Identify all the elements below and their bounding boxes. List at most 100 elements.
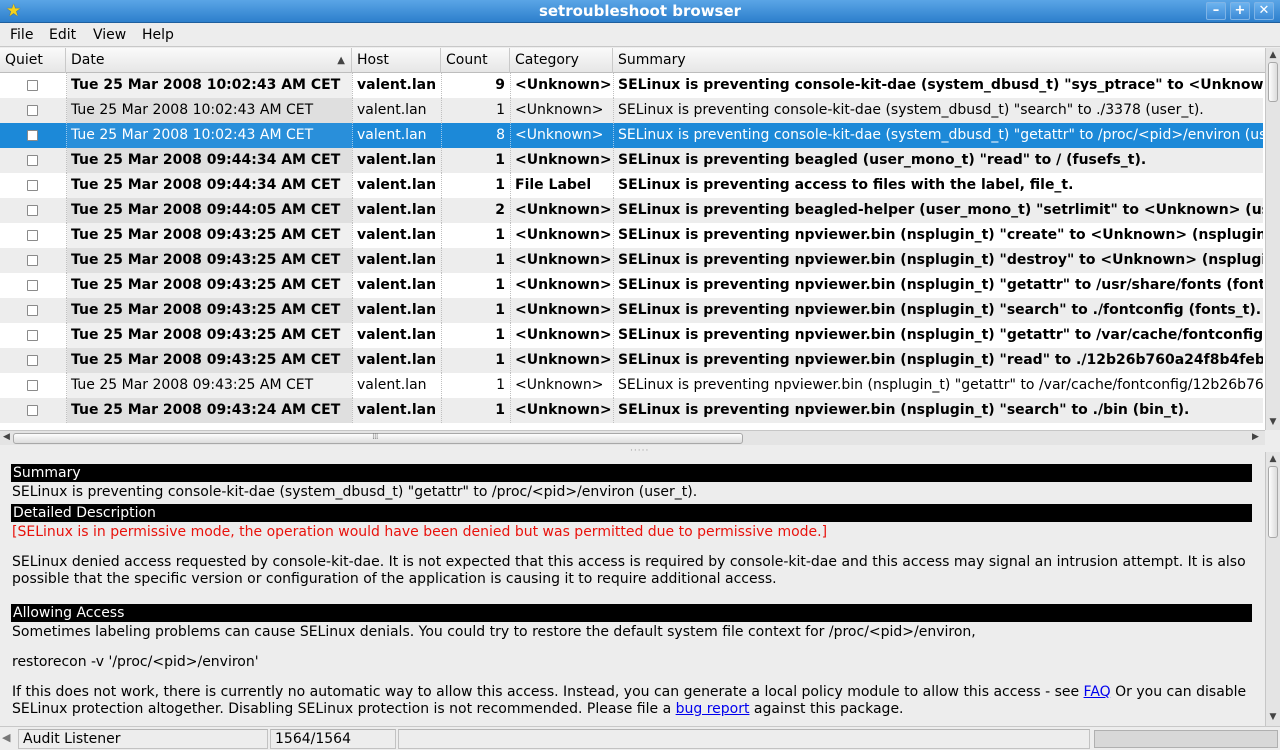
list-scroll-thumb[interactable] [1268,62,1278,102]
row-host: valent.lan [352,398,441,423]
row-count: 8 [441,123,510,148]
row-count: 2 [441,198,510,223]
menu-edit[interactable]: Edit [49,27,76,43]
row-host: valent.lan [352,348,441,373]
scroll-up-icon[interactable]: ▲ [1267,49,1279,61]
summary-heading: Summary [11,464,1252,482]
maximize-icon[interactable]: + [1230,2,1250,20]
scroll-left-icon[interactable]: ◀ [3,432,10,442]
detail-scroll-down-icon[interactable]: ▼ [1267,712,1279,722]
row-summary: SELinux is preventing npviewer.bin (nspl… [613,298,1263,323]
row-category: <Unknown> [510,273,613,298]
row-category: File Label [510,173,613,198]
table-row[interactable]: Tue 25 Mar 2008 09:43:25 AM CET valent.la… [0,298,1263,323]
column-quiet[interactable]: Quiet [0,48,66,73]
row-date: Tue 25 Mar 2008 09:43:25 AM CET [66,298,352,323]
quiet-checkbox[interactable] [27,205,38,216]
menu-view[interactable]: View [93,27,126,43]
row-category: <Unknown> [510,323,613,348]
list-horizontal-scrollbar[interactable]: ◀ ⁞⁞⁞ ▶ [0,430,1265,445]
quiet-checkbox[interactable] [27,280,38,291]
grip-icon: ⁞⁞⁞ [372,432,379,442]
table-row[interactable]: Tue 25 Mar 2008 09:43:25 AM CET valent.la… [0,373,1263,398]
column-summary-label: Summary [618,52,686,68]
row-count: 1 [441,373,510,398]
detail-scroll-thumb[interactable] [1268,466,1278,538]
quiet-checkbox[interactable] [27,155,38,166]
table-row[interactable]: Tue 25 Mar 2008 09:43:25 AM CET valent.la… [0,223,1263,248]
quiet-checkbox[interactable] [27,330,38,341]
row-date: Tue 25 Mar 2008 09:43:25 AM CET [66,348,352,373]
row-date: Tue 25 Mar 2008 09:44:34 AM CET [66,148,352,173]
row-host: valent.lan [352,98,441,123]
quiet-checkbox[interactable] [27,230,38,241]
row-category: <Unknown> [510,73,613,98]
row-host: valent.lan [352,273,441,298]
row-summary: SELinux is preventing access to files wi… [613,173,1263,198]
scroll-down-icon[interactable]: ▼ [1267,416,1279,428]
column-count[interactable]: Count [441,48,510,73]
row-date: Tue 25 Mar 2008 09:44:05 AM CET [66,198,352,223]
allowing-text: Sometimes labeling problems can cause SE… [12,624,976,640]
final-text-part1: If this does not work, there is currentl… [12,684,1084,700]
quiet-checkbox[interactable] [27,180,38,191]
row-date: Tue 25 Mar 2008 09:43:25 AM CET [66,248,352,273]
table-row[interactable]: Tue 25 Mar 2008 09:44:34 AM CET valent.la… [0,173,1263,198]
quiet-checkbox[interactable] [27,380,38,391]
close-icon[interactable]: ✕ [1254,2,1274,20]
detail-scroll-up-icon[interactable]: ▲ [1267,454,1279,464]
detail-vertical-scrollbar[interactable]: ▲ ▼ [1265,452,1280,726]
table-row[interactable]: Tue 25 Mar 2008 09:43:24 AM CET valent.la… [0,398,1263,423]
list-vertical-scrollbar[interactable]: ▲ ▼ [1265,48,1280,430]
table-row[interactable]: Tue 25 Mar 2008 09:43:25 AM CET valent.la… [0,323,1263,348]
quiet-checkbox[interactable] [27,80,38,91]
row-date: Tue 25 Mar 2008 09:44:34 AM CET [66,173,352,198]
description-heading: Detailed Description [11,504,1252,522]
table-row[interactable]: Tue 25 Mar 2008 09:44:05 AM CET valent.la… [0,198,1263,223]
bug-report-link[interactable]: bug report [676,701,750,717]
quiet-checkbox[interactable] [27,105,38,116]
window-title: setroubleshoot browser [538,2,742,20]
column-category[interactable]: Category [510,48,613,73]
row-summary: SELinux is preventing npviewer.bin (nspl… [613,348,1263,373]
row-host: valent.lan [352,123,441,148]
row-count: 1 [441,223,510,248]
row-summary: SELinux is preventing npviewer.bin (nspl… [613,248,1263,273]
table-row[interactable]: Tue 25 Mar 2008 09:43:25 AM CET valent.la… [0,273,1263,298]
quiet-checkbox[interactable] [27,305,38,316]
row-count: 1 [441,248,510,273]
column-summary[interactable]: Summary [613,48,1265,73]
quiet-checkbox[interactable] [27,255,38,266]
minimize-icon[interactable]: – [1206,2,1226,20]
row-summary: SELinux is preventing console-kit-dae (s… [613,98,1263,123]
row-category: <Unknown> [510,148,613,173]
quiet-checkbox[interactable] [27,405,38,416]
row-date: Tue 25 Mar 2008 09:43:25 AM CET [66,273,352,298]
column-quiet-label: Quiet [5,52,43,68]
row-category: <Unknown> [510,98,613,123]
quiet-checkbox[interactable] [27,130,38,141]
horizontal-scroll-thumb[interactable] [13,433,743,444]
row-host: valent.lan [352,198,441,223]
column-host[interactable]: Host [352,48,441,73]
row-count: 1 [441,323,510,348]
column-date[interactable]: Date ▲ [66,48,352,73]
table-row[interactable]: Tue 25 Mar 2008 10:02:43 AM CET valent.la… [0,73,1263,98]
scroll-right-icon[interactable]: ▶ [1252,432,1259,442]
menu-help[interactable]: Help [142,27,174,43]
row-category: <Unknown> [510,398,613,423]
table-row[interactable]: Tue 25 Mar 2008 09:44:34 AM CET valent.la… [0,148,1263,173]
table-row[interactable]: Tue 25 Mar 2008 09:43:25 AM CET valent.la… [0,348,1263,373]
table-row[interactable]: Tue 25 Mar 2008 09:43:25 AM CET valent.la… [0,248,1263,273]
row-category: <Unknown> [510,373,613,398]
row-summary: SELinux is preventing npviewer.bin (nspl… [613,323,1263,348]
faq-link[interactable]: FAQ [1084,684,1111,700]
row-host: valent.lan [352,173,441,198]
table-row[interactable]: Tue 25 Mar 2008 10:02:43 AM CET valent.la… [0,123,1263,148]
menu-file[interactable]: File [10,27,33,43]
table-row[interactable]: Tue 25 Mar 2008 10:02:43 AM CET valent.la… [0,98,1263,123]
row-count: 1 [441,348,510,373]
row-count: 9 [441,73,510,98]
quiet-checkbox[interactable] [27,355,38,366]
column-host-label: Host [357,52,389,68]
